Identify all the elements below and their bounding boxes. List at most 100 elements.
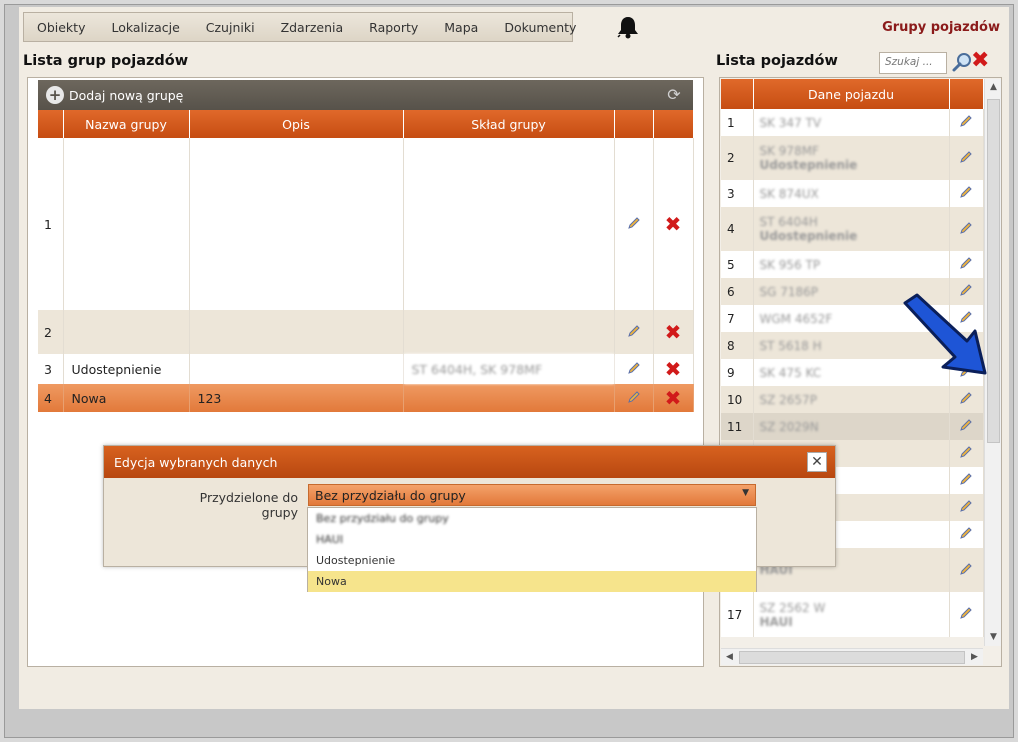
col-header-members[interactable]: Skład grupy (403, 110, 615, 138)
pencil-icon[interactable] (959, 526, 973, 540)
dropdown-option[interactable]: HAUI (308, 529, 756, 550)
col-header-edit (949, 79, 984, 109)
vehicle-plate: SK 978MF (759, 144, 819, 158)
scroll-thumb[interactable] (739, 651, 965, 664)
table-row[interactable]: 10 SZ 2657P (721, 386, 984, 413)
pencil-icon[interactable] (627, 324, 641, 338)
table-row-selected[interactable]: 4 Nowa 123 ✖ (38, 384, 694, 412)
table-row[interactable]: 2 ✖ (38, 310, 694, 354)
pencil-icon[interactable] (959, 391, 973, 405)
window-frame: Obiekty Lokalizacje Czujniki Zdarzenia R… (4, 4, 1014, 738)
table-row[interactable]: 2 SK 978MF Udostepnienie (721, 136, 984, 180)
vehicle-plate: SZ 2562 W (759, 600, 826, 615)
table-row[interactable]: 1 SK 347 TV (721, 109, 984, 136)
delete-icon[interactable]: ✖ (665, 322, 682, 342)
row-number: 7 (721, 305, 754, 332)
close-icon[interactable]: ✕ (807, 452, 827, 472)
group-desc (189, 310, 404, 354)
vehicle-data: SK 874UX (753, 180, 950, 207)
group-desc: 123 (189, 384, 404, 412)
table-row[interactable]: 17 SZ 2562 W HAUI (721, 592, 984, 637)
add-group-button[interactable]: Dodaj nową grupę (69, 88, 183, 103)
table-row[interactable]: 11 SZ 2029N (721, 413, 984, 440)
table-row[interactable]: 3 Udostepnienie ST 6404H, SK 978MF ✖ (38, 354, 694, 384)
edit-cell (614, 354, 654, 384)
pencil-icon[interactable] (959, 472, 973, 486)
dropdown-option[interactable]: Bez przydziału do grupy (308, 508, 756, 529)
group-name (63, 310, 190, 354)
pencil-icon[interactable] (959, 445, 973, 459)
group-desc (189, 354, 404, 384)
vehicle-plate: SK 956 TP (759, 257, 821, 272)
table-row[interactable]: 4 ST 6404H Udostepnienie (721, 207, 984, 251)
bell-icon[interactable] (615, 14, 641, 40)
row-number: 17 (721, 592, 754, 637)
edit-cell (949, 413, 984, 440)
menu-item-czujniki[interactable]: Czujniki (193, 20, 268, 35)
vehicle-data: ST 6404H Udostepnienie (753, 207, 950, 251)
pencil-icon[interactable] (627, 216, 641, 230)
dialog-header: Edycja wybranych danych ✕ (104, 446, 835, 478)
pencil-icon[interactable] (959, 562, 973, 576)
menu-item-lokalizacje[interactable]: Lokalizacje (98, 20, 192, 35)
pencil-icon[interactable] (959, 114, 973, 128)
col-header-delete (653, 110, 694, 138)
group-assign-label: Przydzielone do grupy (199, 490, 298, 520)
scroll-down-icon[interactable]: ▼ (985, 629, 1002, 646)
pencil-icon[interactable] (627, 361, 641, 375)
vehicle-data: SZ 2029N (753, 413, 950, 440)
search-icon[interactable] (951, 51, 973, 73)
refresh-icon[interactable]: ⟳ (665, 86, 683, 104)
pencil-icon[interactable] (959, 150, 973, 164)
horizontal-scrollbar[interactable]: ◀ ▶ (721, 648, 983, 665)
table-row[interactable]: 5 SK 956 TP (721, 251, 984, 278)
row-number: 3 (721, 180, 754, 207)
chevron-down-icon[interactable]: ▼ (742, 488, 749, 498)
dialog-title: Edycja wybranych danych (114, 455, 278, 470)
col-header-vehicle-data[interactable]: Dane pojazdu (753, 79, 950, 109)
col-header-desc[interactable]: Opis (189, 110, 404, 138)
table-row[interactable]: 3 SK 874UX (721, 180, 984, 207)
edit-cell (949, 207, 984, 251)
search-input[interactable]: Szukaj ... (879, 52, 947, 74)
menu-item-dokumenty[interactable]: Dokumenty (491, 20, 589, 35)
pencil-icon[interactable] (959, 185, 973, 199)
scroll-right-icon[interactable]: ▶ (966, 649, 983, 666)
pencil-icon[interactable] (959, 606, 973, 620)
table-row[interactable]: 1 ✖ (38, 138, 694, 310)
row-number: 3 (38, 354, 64, 384)
menu-item-mapa[interactable]: Mapa (431, 20, 491, 35)
pencil-icon[interactable] (627, 390, 641, 404)
group-select[interactable]: Bez przydziału do grupy ▼ (308, 484, 756, 506)
edit-cell (949, 109, 984, 136)
pencil-icon[interactable] (959, 499, 973, 513)
pencil-icon[interactable] (959, 418, 973, 432)
delete-icon[interactable]: ✖ (665, 359, 682, 379)
delete-icon[interactable]: ✖ (665, 214, 682, 234)
col-header-name[interactable]: Nazwa grupy (63, 110, 190, 138)
edit-cell (949, 251, 984, 278)
pencil-icon[interactable] (959, 256, 973, 270)
plus-icon[interactable]: + (46, 86, 64, 104)
row-number: 11 (721, 413, 754, 440)
delete-icon[interactable]: ✖ (665, 388, 682, 408)
dropdown-option[interactable]: Udostepnienie (308, 550, 756, 571)
row-number: 1 (721, 109, 754, 136)
row-number: 5 (721, 251, 754, 278)
row-number: 8 (721, 332, 754, 359)
menu-item-raporty[interactable]: Raporty (356, 20, 431, 35)
group-table: Nazwa grupy Opis Skład grupy 1 ✖ 2 ✖ 3 U… (38, 110, 694, 412)
dropdown-option-highlighted[interactable]: Nowa (308, 571, 756, 592)
pencil-icon[interactable] (959, 221, 973, 235)
vehicle-plate: SK 347 TV (759, 115, 822, 130)
scroll-up-icon[interactable]: ▲ (985, 79, 1002, 96)
vehicle-data: SK 956 TP (753, 251, 950, 278)
scroll-left-icon[interactable]: ◀ (721, 649, 738, 666)
app-area: Obiekty Lokalizacje Czujniki Zdarzenia R… (19, 7, 1009, 709)
menu-item-zdarzenia[interactable]: Zdarzenia (268, 20, 357, 35)
clear-search-icon[interactable]: ✖ (971, 49, 989, 73)
menu-item-obiekty[interactable]: Obiekty (24, 20, 98, 35)
scroll-thumb[interactable] (987, 99, 1000, 443)
group-dropdown-list: Bez przydziału do grupy HAUI Udostepnien… (307, 507, 757, 592)
page-heading: Grupy pojazdów (882, 20, 1000, 35)
